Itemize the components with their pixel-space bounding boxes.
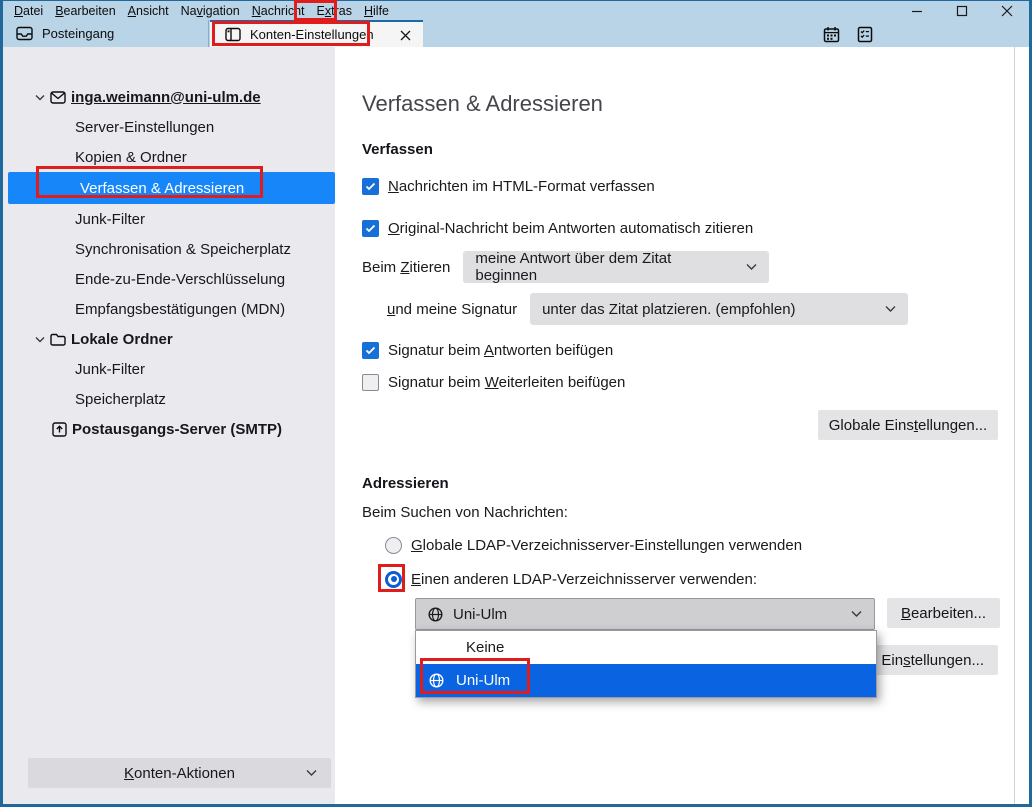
quote-position-label: Beim Zitieren: [362, 259, 450, 276]
content-edge-divider: [1014, 47, 1015, 804]
window-controls: [894, 1, 1029, 20]
ldap-dropdown-popup: Keine Uni-Ulm: [415, 630, 877, 698]
sidebar-item-local-speicherplatz[interactable]: Speicherplatz: [3, 384, 335, 414]
menu-item-datei[interactable]: Datei: [8, 1, 49, 20]
edit-ldap-button[interactable]: Bearbeiten...: [887, 598, 1000, 628]
radio-other-ldap[interactable]: Einen anderen LDAP-Verzeichnisserver ver…: [385, 567, 757, 591]
signature-position-select[interactable]: unter das Zitat platzieren. (empfohlen): [530, 293, 908, 325]
radio-global-ldap[interactable]: Globale LDAP-Verzeichnisserver-Einstellu…: [385, 533, 802, 557]
checkbox-auto-quote[interactable]: Original-Nachricht beim Antworten automa…: [362, 216, 753, 240]
ldap-global-settings-button[interactable]: e Einstellungen...: [858, 645, 998, 675]
ldap-option-keine[interactable]: Keine: [416, 631, 876, 664]
sidebar-item-verfassen-adressieren[interactable]: Verfassen & Adressieren: [8, 172, 335, 204]
chevron-down-icon: [746, 263, 757, 271]
ldap-option-uni-ulm[interactable]: Uni-Ulm: [416, 664, 876, 697]
tab-posteingang[interactable]: Posteingang: [3, 20, 209, 47]
menu-item-ansicht[interactable]: Ansicht: [122, 1, 175, 20]
sidebar-local-folders[interactable]: Lokale Ordner: [3, 324, 335, 354]
sidebar-item-junk-filter[interactable]: Junk-Filter: [3, 204, 335, 234]
page-title: Verfassen & Adressieren: [362, 91, 603, 117]
content-area: inga.weimann@uni-ulm.de Server-Einstellu…: [3, 47, 1029, 804]
checkbox-html-format[interactable]: Nachrichten im HTML-Format verfassen: [362, 174, 655, 198]
globe-icon: [428, 607, 443, 622]
close-icon: [1001, 5, 1013, 17]
chevron-down-icon: [306, 769, 317, 777]
konten-aktionen-button[interactable]: Konten-Aktionen: [28, 758, 331, 788]
chevron-expand-icon: [35, 94, 45, 101]
global-settings-button[interactable]: Globale Einstellungen...: [818, 410, 998, 440]
account-tree-sidebar: inga.weimann@uni-ulm.de Server-Einstellu…: [3, 47, 335, 804]
tab-bar: Posteingang Konten-Einstellungen: [3, 20, 1029, 47]
quote-position-select[interactable]: meine Antwort über dem Zitat beginnen: [463, 251, 769, 283]
tasks-icon: [857, 26, 873, 43]
sidebar-item-server-einstellungen[interactable]: Server-Einstellungen: [3, 112, 335, 142]
tasks-button[interactable]: [855, 25, 874, 44]
checkbox-signature-reply[interactable]: Signatur beim Antworten beifügen: [362, 338, 613, 362]
checkbox-unchecked-icon: [362, 374, 379, 391]
checkbox-checked-icon: [362, 220, 379, 237]
minimize-button[interactable]: [894, 1, 939, 20]
menu-item-extras[interactable]: Extras: [311, 1, 358, 20]
checkbox-checked-icon: [362, 342, 379, 359]
close-window-button[interactable]: [984, 1, 1029, 20]
quote-position-row: Beim Zitieren meine Antwort über dem Zit…: [362, 251, 769, 283]
inbox-icon: [16, 26, 33, 41]
settings-pane: Verfassen & Adressieren Verfassen Nachri…: [335, 47, 1029, 804]
tab-konten-einstellungen[interactable]: Konten-Einstellungen: [210, 20, 423, 47]
sidebar-item-synchronisation[interactable]: Synchronisation & Speicherplatz: [3, 234, 335, 264]
addressing-section-heading: Adressieren: [362, 475, 449, 492]
addressing-intro-label: Beim Suchen von Nachrichten:: [362, 504, 568, 521]
radio-on-icon: [385, 571, 402, 588]
chevron-down-icon: [885, 305, 896, 313]
sidebar-item-local-junk-filter[interactable]: Junk-Filter: [3, 354, 335, 384]
maximize-button[interactable]: [939, 1, 984, 20]
sidebar-account-root[interactable]: inga.weimann@uni-ulm.de: [3, 82, 335, 112]
chevron-down-icon: [851, 610, 862, 618]
menu-item-nachricht[interactable]: Nachricht: [246, 1, 311, 20]
sidebar-item-empfangsbestaetigungen[interactable]: Empfangsbestätigungen (MDN): [3, 294, 335, 324]
checkbox-checked-icon: [362, 178, 379, 195]
menu-item-bearbeiten[interactable]: Bearbeiten: [49, 1, 121, 20]
signature-position-row: und meine Signatur unter das Zitat platz…: [387, 293, 908, 325]
signature-position-label: und meine Signatur: [387, 301, 517, 318]
maximize-icon: [956, 5, 968, 17]
minimize-icon: [911, 5, 923, 17]
globe-icon: [429, 673, 444, 688]
checkbox-signature-forward[interactable]: Signatur beim Weiterleiten beifügen: [362, 370, 625, 394]
smtp-icon: [52, 422, 67, 437]
ldap-server-select[interactable]: Uni-Ulm: [415, 598, 875, 630]
sidebar-item-smtp[interactable]: Postausgangs-Server (SMTP): [3, 414, 335, 444]
account-settings-icon: [225, 27, 241, 42]
tab-label: Konten-Einstellungen: [250, 27, 374, 42]
account-email: inga.weimann@uni-ulm.de: [71, 89, 261, 106]
folder-icon: [50, 333, 66, 346]
tab-label: Posteingang: [42, 26, 114, 41]
thunderbird-window: Datei Bearbeiten Ansicht Navigation Nach…: [0, 0, 1032, 807]
tab-close-button[interactable]: [398, 28, 413, 43]
smtp-label: Postausgangs-Server (SMTP): [72, 421, 282, 438]
mail-account-icon: [50, 91, 66, 104]
sidebar-item-kopien-ordner[interactable]: Kopien & Ordner: [3, 142, 335, 172]
local-folders-label: Lokale Ordner: [71, 331, 173, 348]
menu-item-navigation[interactable]: Navigation: [175, 1, 246, 20]
compose-section-heading: Verfassen: [362, 141, 433, 158]
sidebar-item-ende-zu-ende[interactable]: Ende-zu-Ende-Verschlüsselung: [3, 264, 335, 294]
close-icon: [400, 30, 411, 41]
radio-off-icon: [385, 537, 402, 554]
menu-item-hilfe[interactable]: Hilfe: [358, 1, 395, 20]
calendar-icon: [823, 26, 840, 43]
calendar-button[interactable]: [822, 25, 841, 44]
menu-bar: Datei Bearbeiten Ansicht Navigation Nach…: [3, 1, 1029, 20]
chevron-expand-icon: [35, 336, 45, 343]
